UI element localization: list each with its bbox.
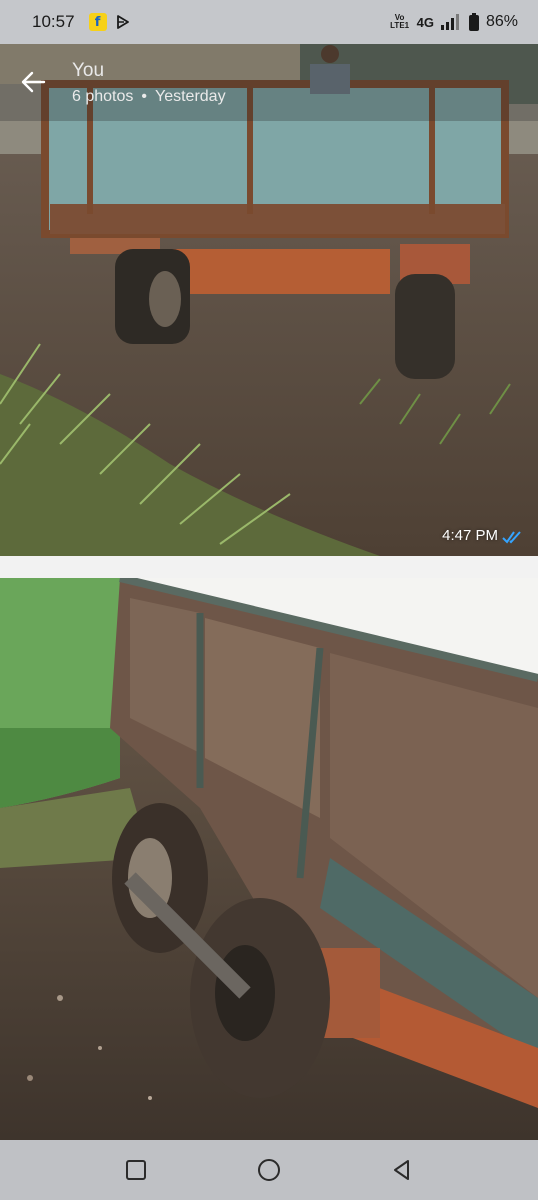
photo-header: You 6 photos • Yesterday <box>0 44 538 121</box>
battery-icon <box>468 13 479 31</box>
status-time: 10:57 <box>32 12 75 31</box>
signal-icon <box>440 14 459 30</box>
back-button[interactable] <box>389 1157 415 1183</box>
photo-info: 6 photos • Yesterday <box>72 88 226 106</box>
recent-apps-icon <box>126 1160 147 1180</box>
photo-divider <box>0 556 538 578</box>
photo-1[interactable]: You 6 photos • Yesterday 4:47 PM <box>0 44 538 556</box>
status-right: Vo LTE1 4G 86% <box>389 13 518 31</box>
back-icon <box>393 1160 409 1180</box>
photo-date: Yesterday <box>155 88 226 105</box>
photo-2[interactable] <box>0 578 538 1140</box>
battery-level: 86% <box>485 13 518 30</box>
sender-name: You <box>72 60 105 81</box>
back-arrow-icon[interactable] <box>20 70 46 94</box>
play-icon <box>116 15 129 29</box>
home-button[interactable] <box>256 1157 282 1183</box>
photo-viewer[interactable]: You 6 photos • Yesterday 4:47 PM <box>0 44 538 1140</box>
separator-dot: • <box>141 88 147 105</box>
navigation-bar <box>0 1140 538 1200</box>
photo-2-image <box>0 578 538 1140</box>
status-bar: 10:57 f Vo LTE1 4G 86% <box>0 0 538 44</box>
recent-apps-button[interactable] <box>123 1157 149 1183</box>
volte-label: Vo LTE1 <box>390 13 410 30</box>
network-type: 4G <box>416 14 434 30</box>
double-check-icon <box>502 531 521 544</box>
home-icon <box>257 1159 280 1181</box>
message-timestamp: 4:47 PM <box>442 527 498 544</box>
flipkart-icon: f <box>88 13 107 31</box>
photo-count: 6 photos <box>72 88 134 105</box>
